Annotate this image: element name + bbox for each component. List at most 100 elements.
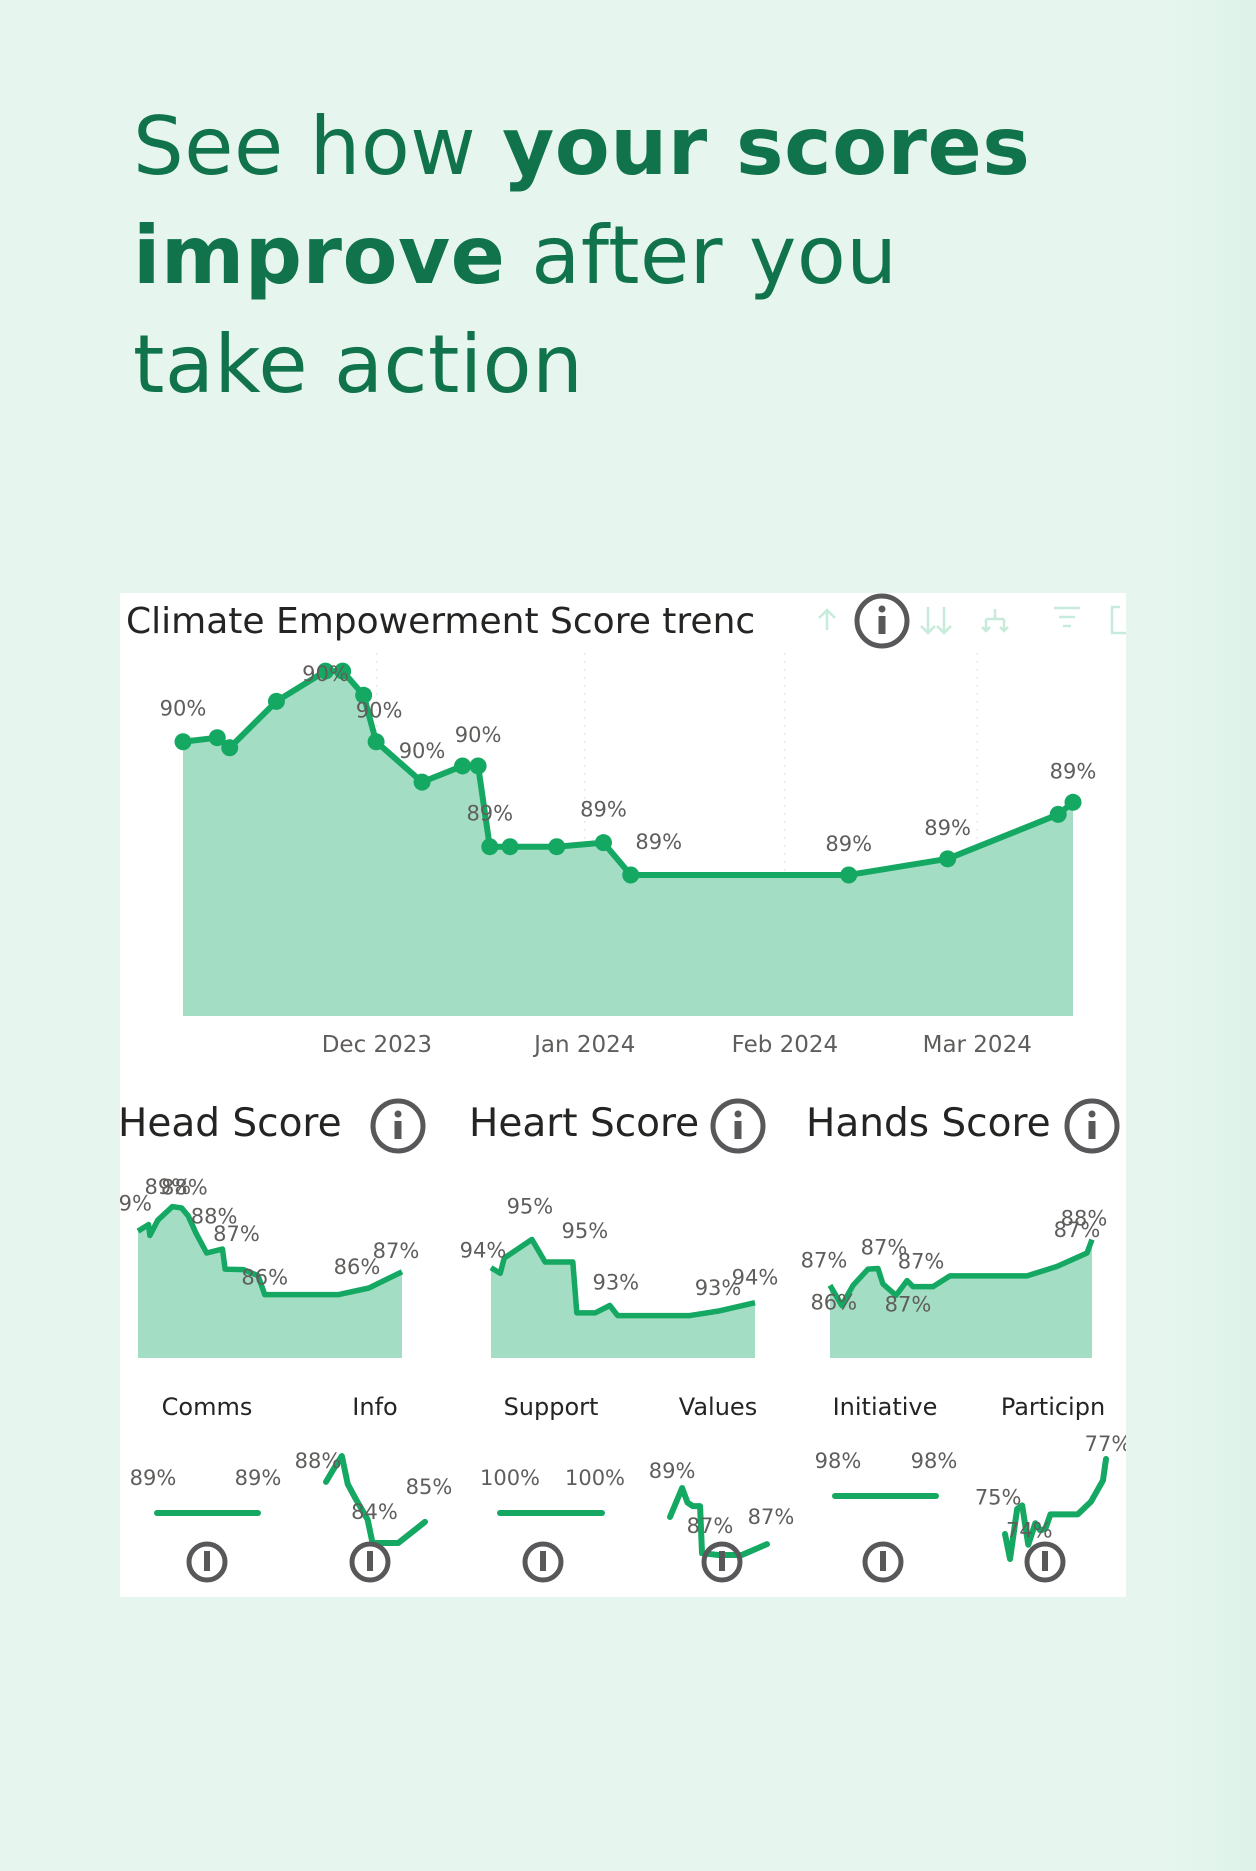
data-label: 89% (924, 816, 971, 840)
headline-text: after you (505, 209, 898, 302)
data-label: 95% (507, 1194, 554, 1218)
data-point[interactable] (622, 866, 640, 884)
data-point[interactable] (413, 773, 431, 791)
data-label: 87% (373, 1239, 420, 1263)
info-icon[interactable] (1064, 1098, 1120, 1154)
data-label: 89% (235, 1466, 282, 1490)
heart-score-title: Heart Score (469, 1101, 699, 1146)
data-point[interactable] (481, 838, 499, 856)
data-label: 87% (687, 1514, 734, 1538)
data-label: 100% (480, 1466, 540, 1490)
info-icon[interactable] (710, 1098, 766, 1154)
data-point[interactable] (840, 866, 858, 884)
data-label: 94% (732, 1266, 779, 1290)
data-label: 100% (565, 1466, 625, 1490)
data-label: 90% (455, 723, 502, 747)
x-tick-label: Mar 2024 (923, 1032, 1032, 1058)
x-tick-label: Jan 2024 (532, 1032, 635, 1058)
info-icon-bar (719, 1551, 725, 1571)
filter-icon[interactable] (1054, 606, 1080, 628)
particip-title: Participn (1001, 1393, 1105, 1421)
info-icon[interactable] (1024, 1541, 1066, 1583)
info-icon[interactable] (854, 593, 910, 649)
data-label: 87% (885, 1292, 932, 1316)
hands-score-title: Hands Score (806, 1101, 1051, 1146)
data-point[interactable] (267, 692, 285, 710)
page-headline: See how your scores improve after you ta… (133, 92, 1133, 419)
data-label: 90% (399, 739, 446, 763)
data-label: 89% (649, 1459, 696, 1483)
headline-bold-text: improve (133, 209, 506, 302)
data-label: 98% (911, 1449, 958, 1473)
info-icon[interactable] (862, 1541, 904, 1583)
data-label: 88% (295, 1449, 342, 1473)
info-icon-bar (1042, 1551, 1048, 1571)
headline-text: See how (133, 100, 503, 193)
data-label: 89% (466, 802, 513, 826)
data-point[interactable] (454, 757, 472, 775)
info-icon-bar (540, 1551, 546, 1571)
values-title: Values (679, 1393, 757, 1421)
main-chart-title: Climate Empowerment Score trenc (126, 601, 755, 642)
values-mini-chart: 89% 87% 87% (649, 1459, 795, 1583)
data-label: 89% (825, 832, 872, 856)
double-arrow-down-icon[interactable] (920, 607, 952, 635)
sub-charts: 89%89%88%88%87%86%86%87%94%95%95%93%93%9… (120, 1175, 1107, 1358)
data-label: 86% (810, 1291, 857, 1315)
headline-bold-text: your scores (502, 100, 1031, 193)
info-icon[interactable] (186, 1541, 228, 1583)
data-label: 85% (406, 1475, 453, 1499)
info-title: Info (352, 1393, 397, 1421)
data-label: 87% (801, 1248, 848, 1272)
focus-mode-icon[interactable] (1110, 605, 1126, 635)
hierarchy-icon[interactable] (981, 609, 1009, 633)
head-score-chart: 89%89%88%88%87%86%86%87% (120, 1175, 419, 1358)
info-icon[interactable] (370, 1098, 426, 1154)
main-chart: Dec 2023 Jan 2024 Feb 2024 Mar 2024 90% 90% 90… (160, 653, 1096, 1058)
arrow-up-icon[interactable] (818, 608, 836, 630)
info-icon-bar (204, 1551, 210, 1571)
initiative-title: Initiative (833, 1393, 938, 1421)
data-point[interactable] (174, 733, 192, 751)
hands-score-chart: 87%86%87%87%87%87%88% (801, 1207, 1108, 1358)
data-label: 77% (1085, 1432, 1126, 1456)
headline-text: take action (133, 318, 584, 411)
data-point[interactable] (367, 733, 385, 751)
data-point[interactable] (221, 739, 239, 757)
mini-charts: 89% 89% 88% 84% 85% 100% 100% 89% 87% 87% 98% 98% 75… (130, 1432, 1126, 1583)
data-label: 89% (635, 830, 682, 854)
data-label: 88% (1061, 1207, 1108, 1231)
info-mini-chart: 88% 84% 85% (295, 1449, 453, 1583)
data-label: 74% (1006, 1518, 1053, 1542)
data-point[interactable] (548, 838, 566, 856)
data-label: 90% (160, 697, 207, 721)
data-point[interactable] (501, 838, 519, 856)
data-point[interactable] (594, 834, 612, 852)
info-icon[interactable] (349, 1541, 391, 1583)
data-label: 93% (592, 1271, 639, 1295)
comms-title: Comms (162, 1393, 253, 1421)
support-title: Support (504, 1393, 599, 1421)
data-label: 87% (213, 1222, 260, 1246)
data-point[interactable] (939, 850, 957, 868)
comms-mini-chart: 89% 89% (130, 1466, 282, 1583)
data-point[interactable] (1064, 793, 1082, 811)
dashboard-svg: Climate Empowerment Score trenc Dec 2023… (120, 593, 1126, 1583)
data-point[interactable] (469, 757, 487, 775)
data-label: 90% (302, 662, 349, 686)
info-icon[interactable] (701, 1541, 743, 1583)
data-point[interactable] (1049, 805, 1067, 823)
data-label: 75% (975, 1485, 1022, 1509)
info-icon[interactable] (522, 1541, 564, 1583)
initiative-mini-chart: 98% 98% (815, 1449, 958, 1583)
heart-score-chart: 94%95%95%93% 93%94% (460, 1194, 779, 1358)
data-label: 89% (130, 1466, 177, 1490)
data-label: 86% (241, 1266, 288, 1290)
data-label: 88% (161, 1176, 208, 1200)
background-shade (1160, 0, 1256, 1871)
data-label: 95% (561, 1219, 608, 1243)
area-fill (183, 671, 1073, 1016)
data-label: 98% (815, 1449, 862, 1473)
data-label: 87% (748, 1505, 795, 1529)
data-label: 87% (898, 1250, 945, 1274)
